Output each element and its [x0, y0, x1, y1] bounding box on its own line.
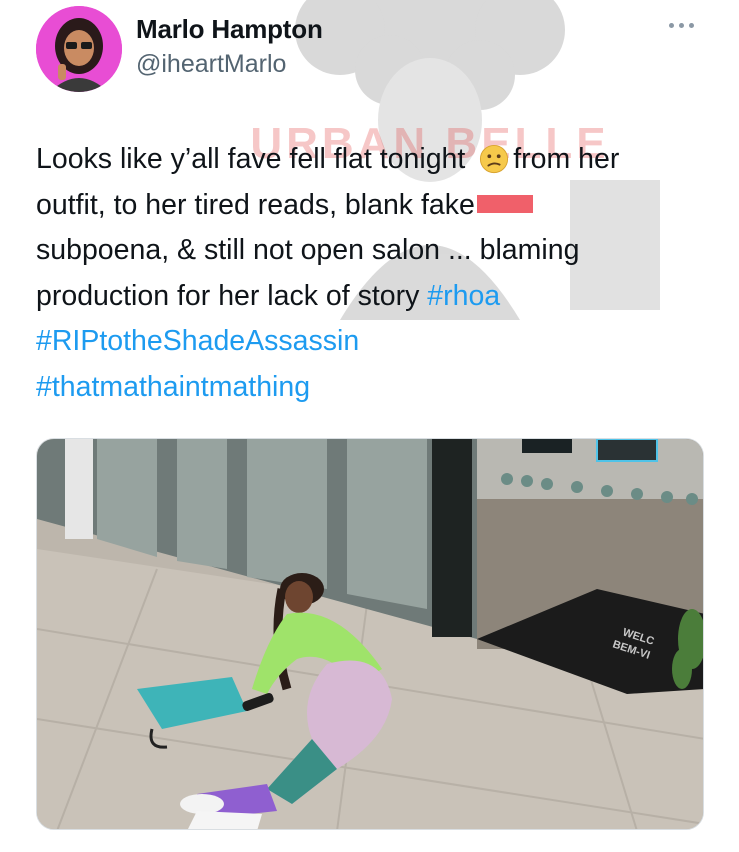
media-photo: WELC BEM-VI — [37, 439, 703, 829]
author-name[interactable]: Marlo Hampton — [136, 14, 323, 45]
tweet-media-image[interactable]: WELC BEM-VI — [36, 438, 704, 830]
tweet-line-4: production for her lack of story #rhoa — [36, 279, 501, 312]
redaction-box — [476, 194, 533, 213]
avatar-illustration — [36, 6, 122, 92]
tweet-line-1: Looks like y’all fave fell flat tonight … — [36, 143, 620, 175]
avatar[interactable] — [36, 6, 122, 92]
confused-face-emoji-icon — [480, 144, 509, 174]
hashtag-link[interactable]: #thatmathaintmathing — [36, 371, 310, 403]
hashtag-link[interactable]: #rhoa — [427, 280, 500, 312]
more-options-icon[interactable] — [669, 20, 703, 30]
tweet-line-5: #RIPtotheShadeAssassin — [36, 319, 716, 365]
tweet-line-3: subpoena, & still not open salon ... bla… — [36, 234, 580, 266]
tweet-line-2: outfit, to her tired reads, blank fake — [36, 183, 716, 229]
tweet-text: Looks like y’all fave fell flat tonight … — [36, 137, 716, 410]
tweet-line-6: #thatmathaintmathing — [36, 365, 716, 411]
author-handle[interactable]: @iheartMarlo — [136, 50, 286, 79]
hashtag-link[interactable]: #RIPtotheShadeAssassin — [36, 325, 359, 357]
